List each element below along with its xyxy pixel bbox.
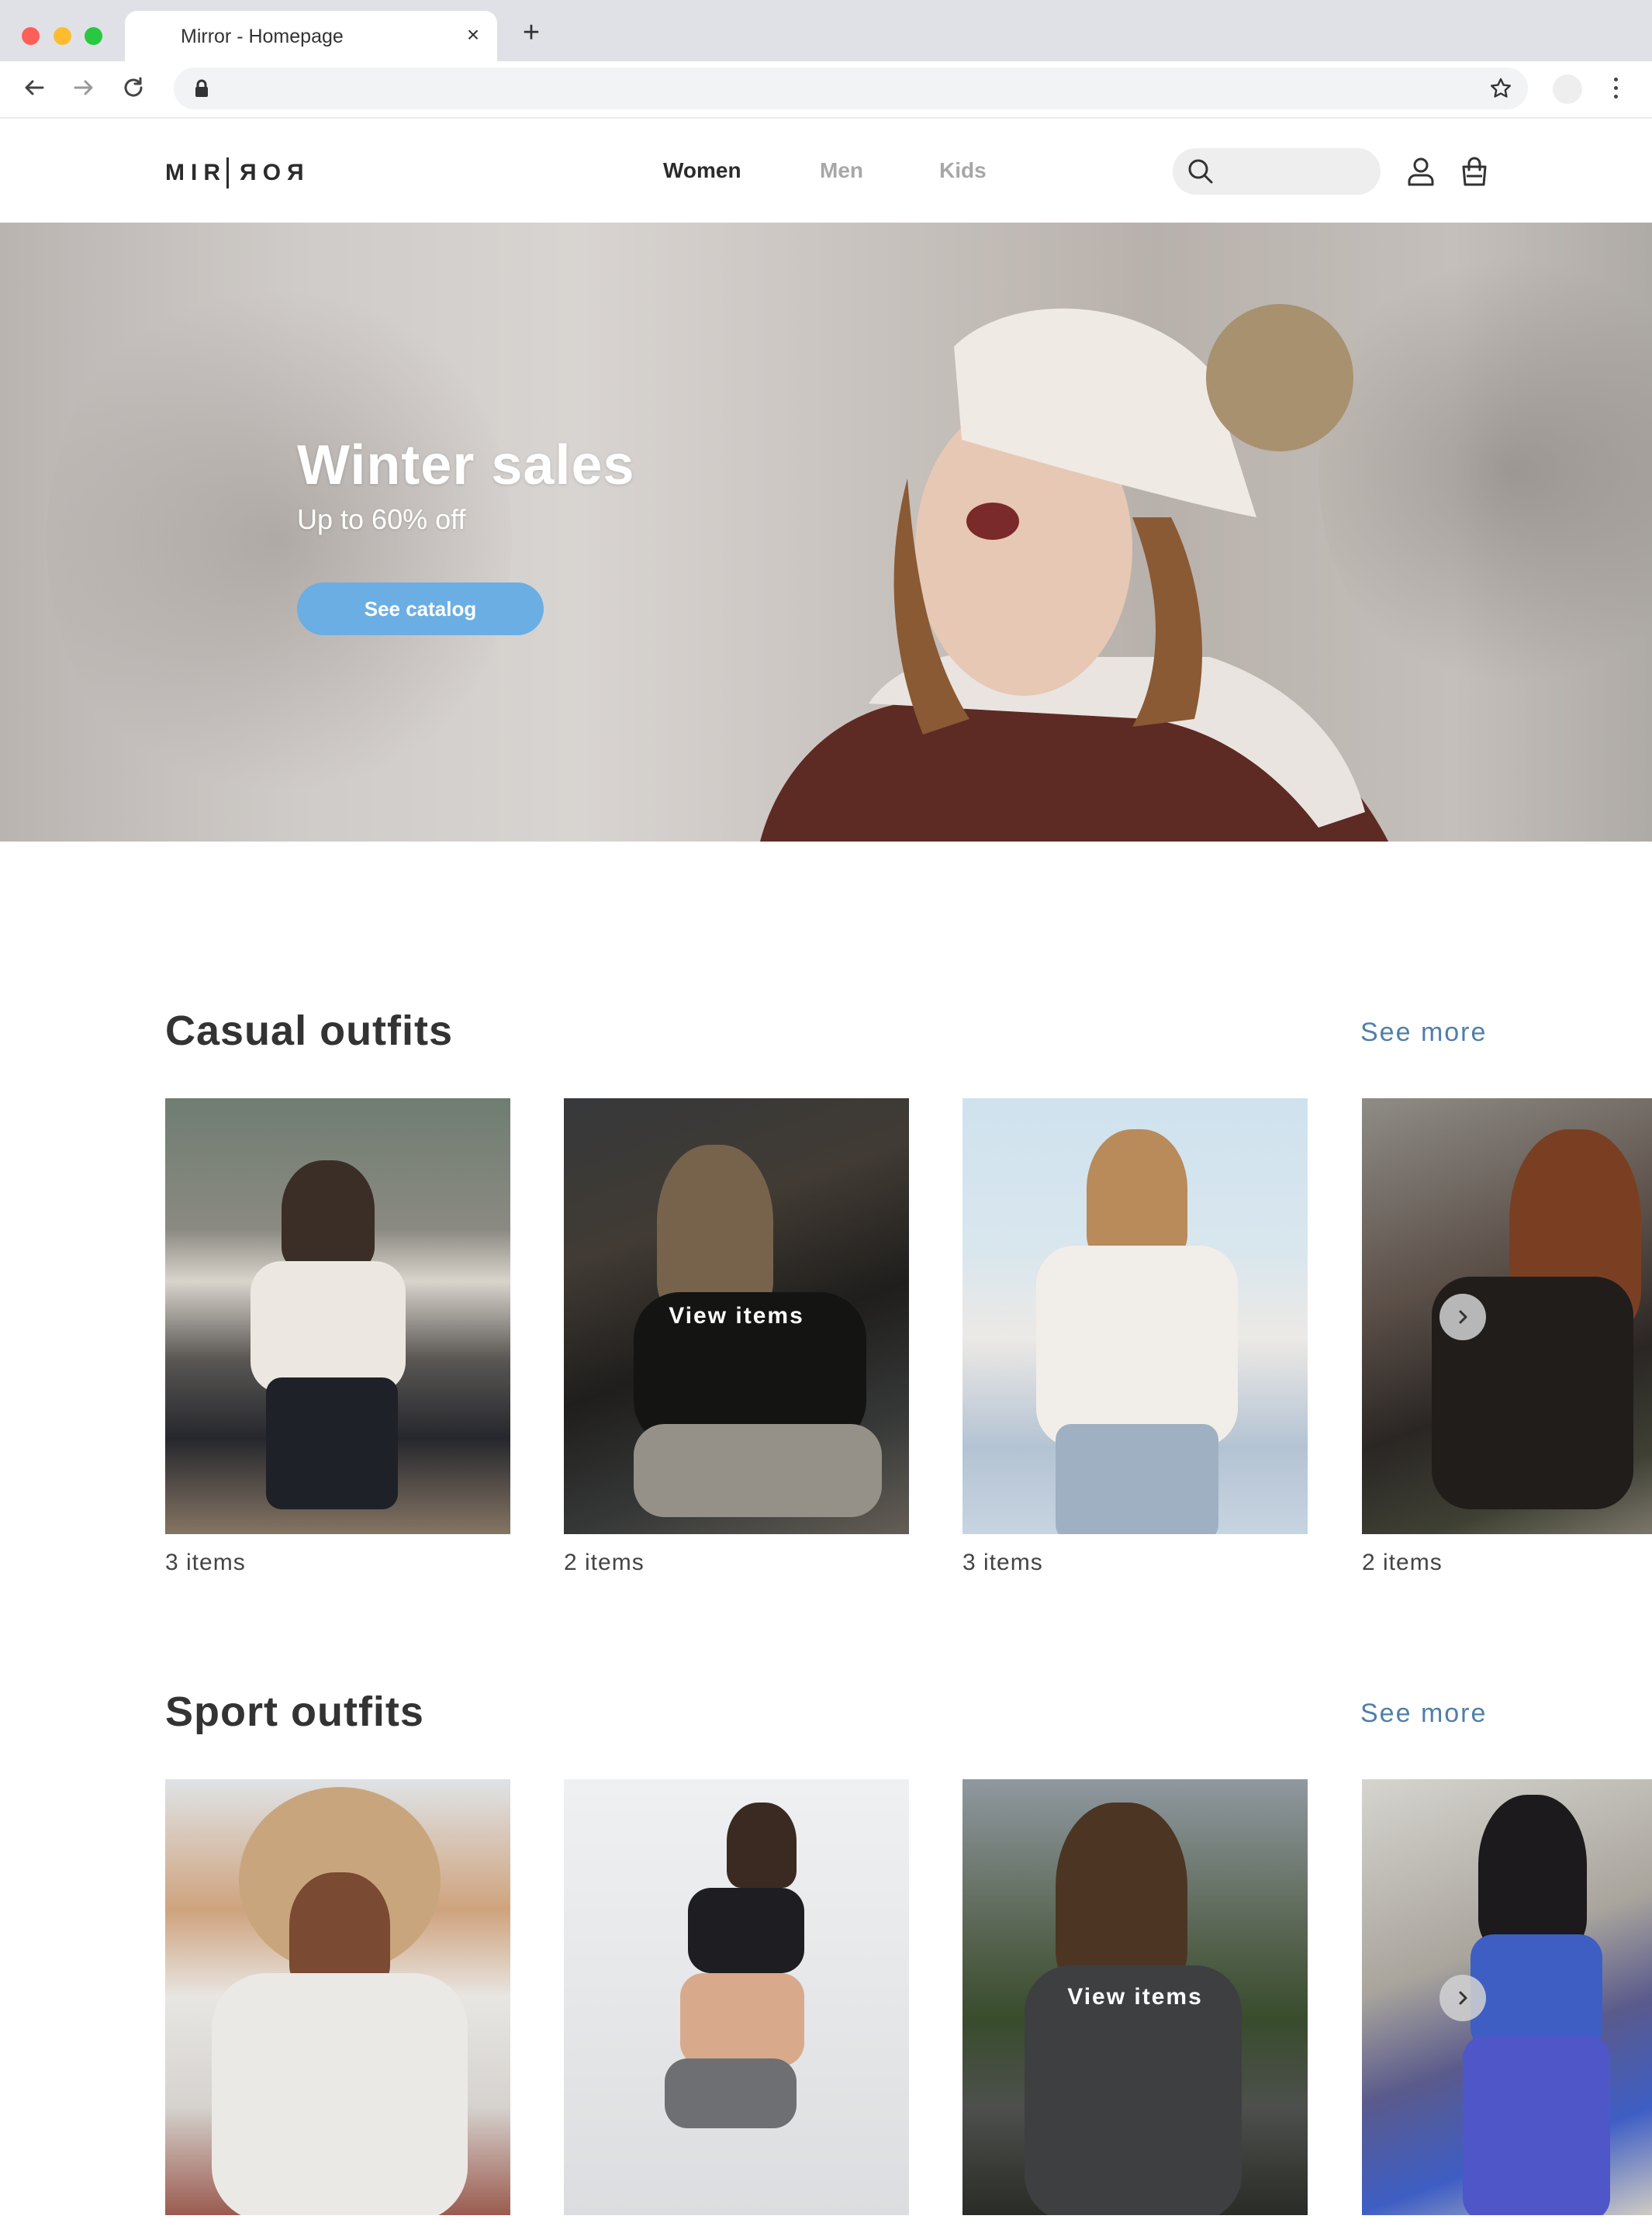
item-count: 2 items (1362, 1550, 1443, 1575)
outfit-photo-figure (680, 1973, 804, 2066)
outfit-card-sport-2[interactable] (564, 1779, 909, 2215)
view-items-overlay[interactable]: View items (564, 1098, 909, 1534)
chevron-right-icon (1459, 1310, 1467, 1324)
new-tab-button[interactable]: + (518, 18, 544, 47)
outfit-photo-figure (1463, 2035, 1610, 2215)
outfit-photo-figure (251, 1261, 406, 1393)
section-title-sport: Sport outfits (165, 1689, 424, 1735)
outfit-card-casual-2[interactable]: View items (564, 1098, 909, 1534)
tab-title: Mirror - Homepage (181, 26, 344, 47)
outfit-photo-figure (289, 1872, 390, 1989)
outfit-photo-figure (266, 1377, 398, 1509)
search-input[interactable] (1227, 156, 1367, 187)
nav-women[interactable]: Women (663, 158, 741, 183)
tab-close-button[interactable]: × (461, 23, 485, 47)
site-header: MIR ROR Women Men Kids (0, 119, 1652, 223)
outfit-photo-figure (1471, 1934, 1602, 2051)
outfit-photo-figure (1056, 1424, 1218, 1534)
close-window-button[interactable] (22, 27, 40, 45)
nav-kids[interactable]: Kids (939, 158, 987, 183)
hero-photo-woman (760, 304, 1388, 842)
outfit-photo-figure (727, 1803, 797, 1888)
hero-subtitle: Up to 60% off (297, 503, 466, 535)
see-catalog-button[interactable]: See catalog (297, 582, 544, 635)
carousel-next-button[interactable] (1439, 1975, 1486, 2021)
bag-icon[interactable] (1458, 155, 1491, 188)
outfit-photo-figure (212, 1973, 468, 2215)
view-items-label: View items (669, 1303, 804, 1329)
see-more-casual-link[interactable]: See more (1360, 1018, 1487, 1048)
profile-avatar[interactable] (1553, 74, 1582, 104)
forward-icon[interactable] (68, 72, 99, 103)
chevron-right-icon (1459, 1991, 1467, 2005)
search-icon[interactable] (1185, 156, 1216, 191)
item-count: 2 items (564, 1550, 645, 1575)
browser-tab-bar: Mirror - Homepage × + (0, 0, 1652, 62)
outfit-photo-figure (1087, 1129, 1187, 1261)
hero-title: Winter sales (297, 434, 635, 496)
star-icon[interactable] (1489, 77, 1512, 104)
logo-text-mirrored: ROR (233, 160, 304, 185)
outfit-card-casual-3[interactable] (963, 1098, 1308, 1534)
outfit-card-sport-4[interactable] (1362, 1779, 1652, 2215)
reload-icon[interactable] (118, 72, 149, 103)
see-more-sport-link[interactable]: See more (1360, 1699, 1487, 1729)
lock-icon (194, 79, 209, 102)
browser-menu-icon[interactable] (1604, 73, 1627, 104)
logo-divider (226, 157, 229, 188)
view-items-label: View items (1067, 1984, 1203, 2010)
back-icon[interactable] (19, 72, 50, 103)
hero-banner: Winter sales Up to 60% off See catalog (0, 223, 1652, 842)
section-title-casual: Casual outfits (165, 1008, 454, 1054)
outfit-photo-figure (282, 1160, 375, 1269)
browser-tab[interactable]: Mirror - Homepage × (125, 11, 497, 62)
mirror-logo[interactable]: MIR ROR (165, 157, 304, 188)
logo-text-left: MIR (165, 160, 226, 185)
site-search[interactable] (1173, 148, 1381, 195)
outfit-photo-figure (688, 1888, 804, 1973)
address-bar[interactable] (174, 67, 1528, 109)
user-icon[interactable] (1405, 155, 1437, 188)
outfit-card-sport-1[interactable] (165, 1779, 510, 2215)
nav-men[interactable]: Men (820, 158, 863, 183)
outfit-card-casual-1[interactable] (165, 1098, 510, 1534)
view-items-overlay[interactable]: View items (963, 1779, 1308, 2215)
outfit-card-casual-4[interactable] (1362, 1098, 1652, 1534)
outfit-card-sport-3[interactable]: View items (963, 1779, 1308, 2215)
outfit-photo-figure (1036, 1246, 1238, 1447)
outfit-photo-figure (1478, 1795, 1587, 1950)
item-count: 3 items (165, 1550, 246, 1575)
minimize-window-button[interactable] (54, 27, 71, 45)
item-count: 3 items (963, 1550, 1043, 1575)
outfit-photo-figure (665, 2058, 797, 2128)
maximize-window-button[interactable] (85, 27, 102, 45)
carousel-next-button[interactable] (1439, 1294, 1486, 1340)
browser-toolbar (0, 61, 1652, 119)
